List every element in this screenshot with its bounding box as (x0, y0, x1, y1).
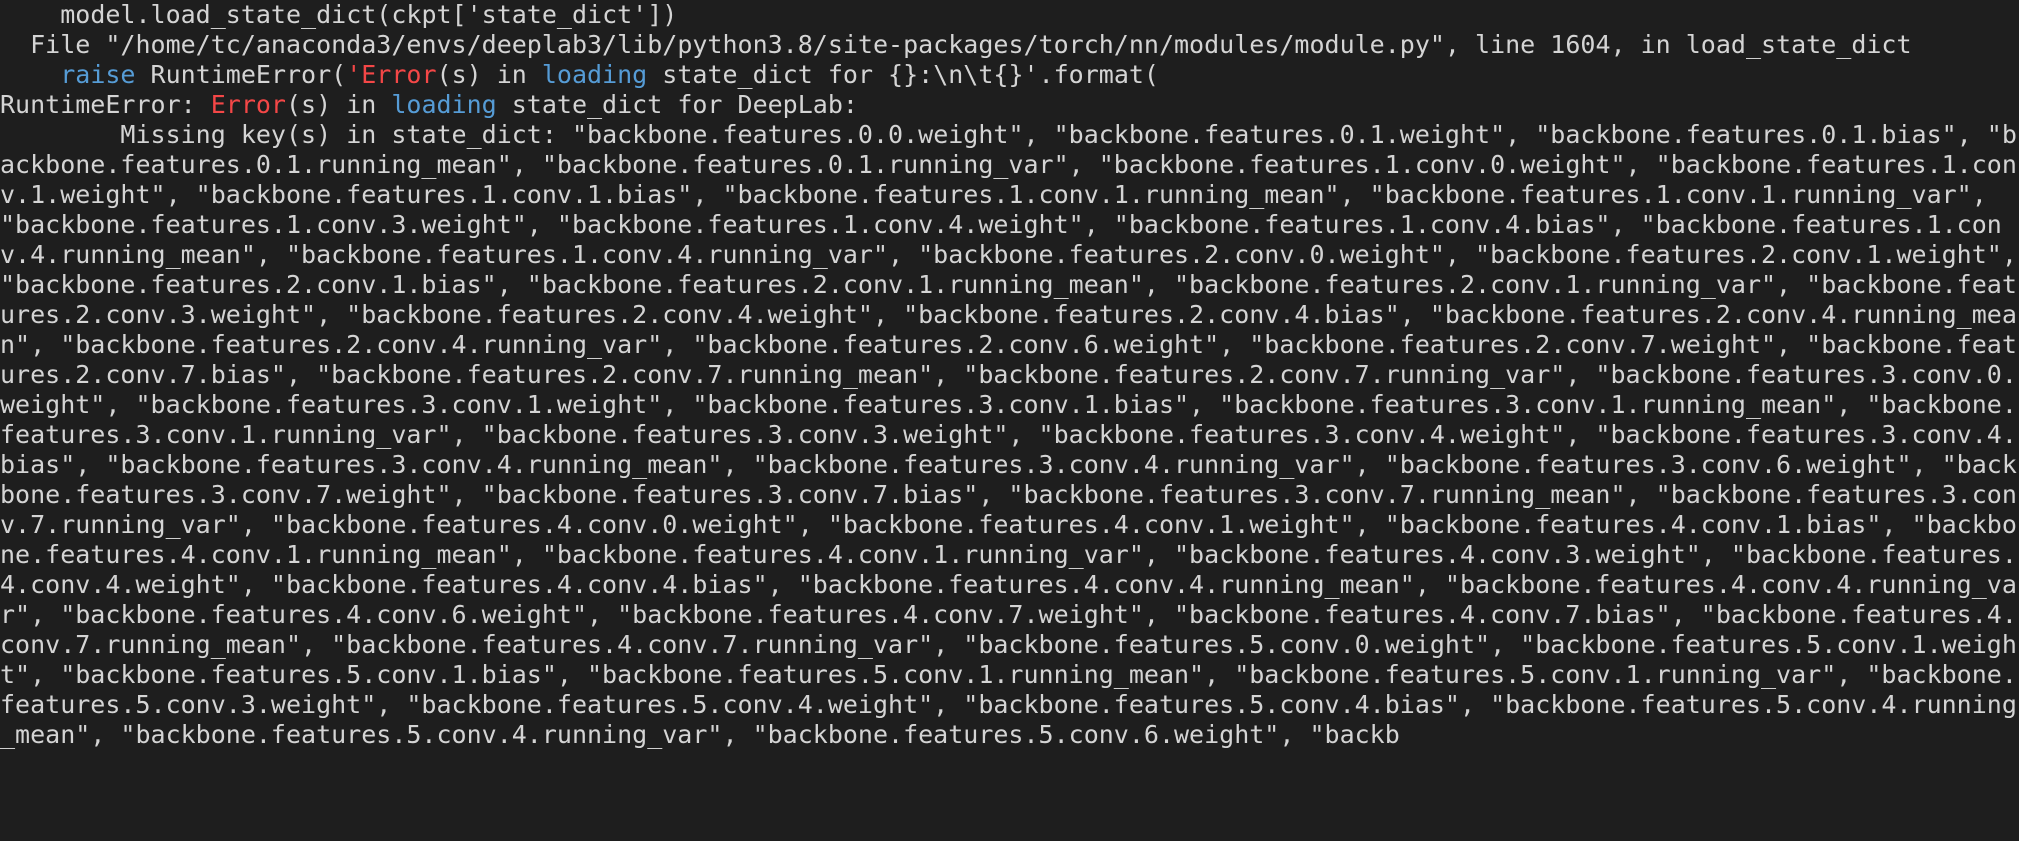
loading-word: loading (391, 90, 496, 119)
terminal-output[interactable]: model.load_state_dict(ckpt['state_dict']… (0, 0, 2019, 750)
traceback-line: model.load_state_dict(ckpt['state_dict']… (0, 0, 677, 29)
string-error: 'Error (346, 60, 436, 89)
runtime-error-line: RuntimeError: Error(s) in loading state_… (0, 90, 858, 119)
keyword-raise: raise (60, 60, 135, 89)
missing-keys-body: Missing key(s) in state_dict: "backbone.… (0, 120, 2019, 749)
traceback-raise-line: raise RuntimeError('Error(s) in loading … (0, 60, 1159, 89)
string-loading: loading (542, 60, 647, 89)
error-word: Error (211, 90, 286, 119)
traceback-file-line: File "/home/tc/anaconda3/envs/deeplab3/l… (0, 30, 1912, 59)
